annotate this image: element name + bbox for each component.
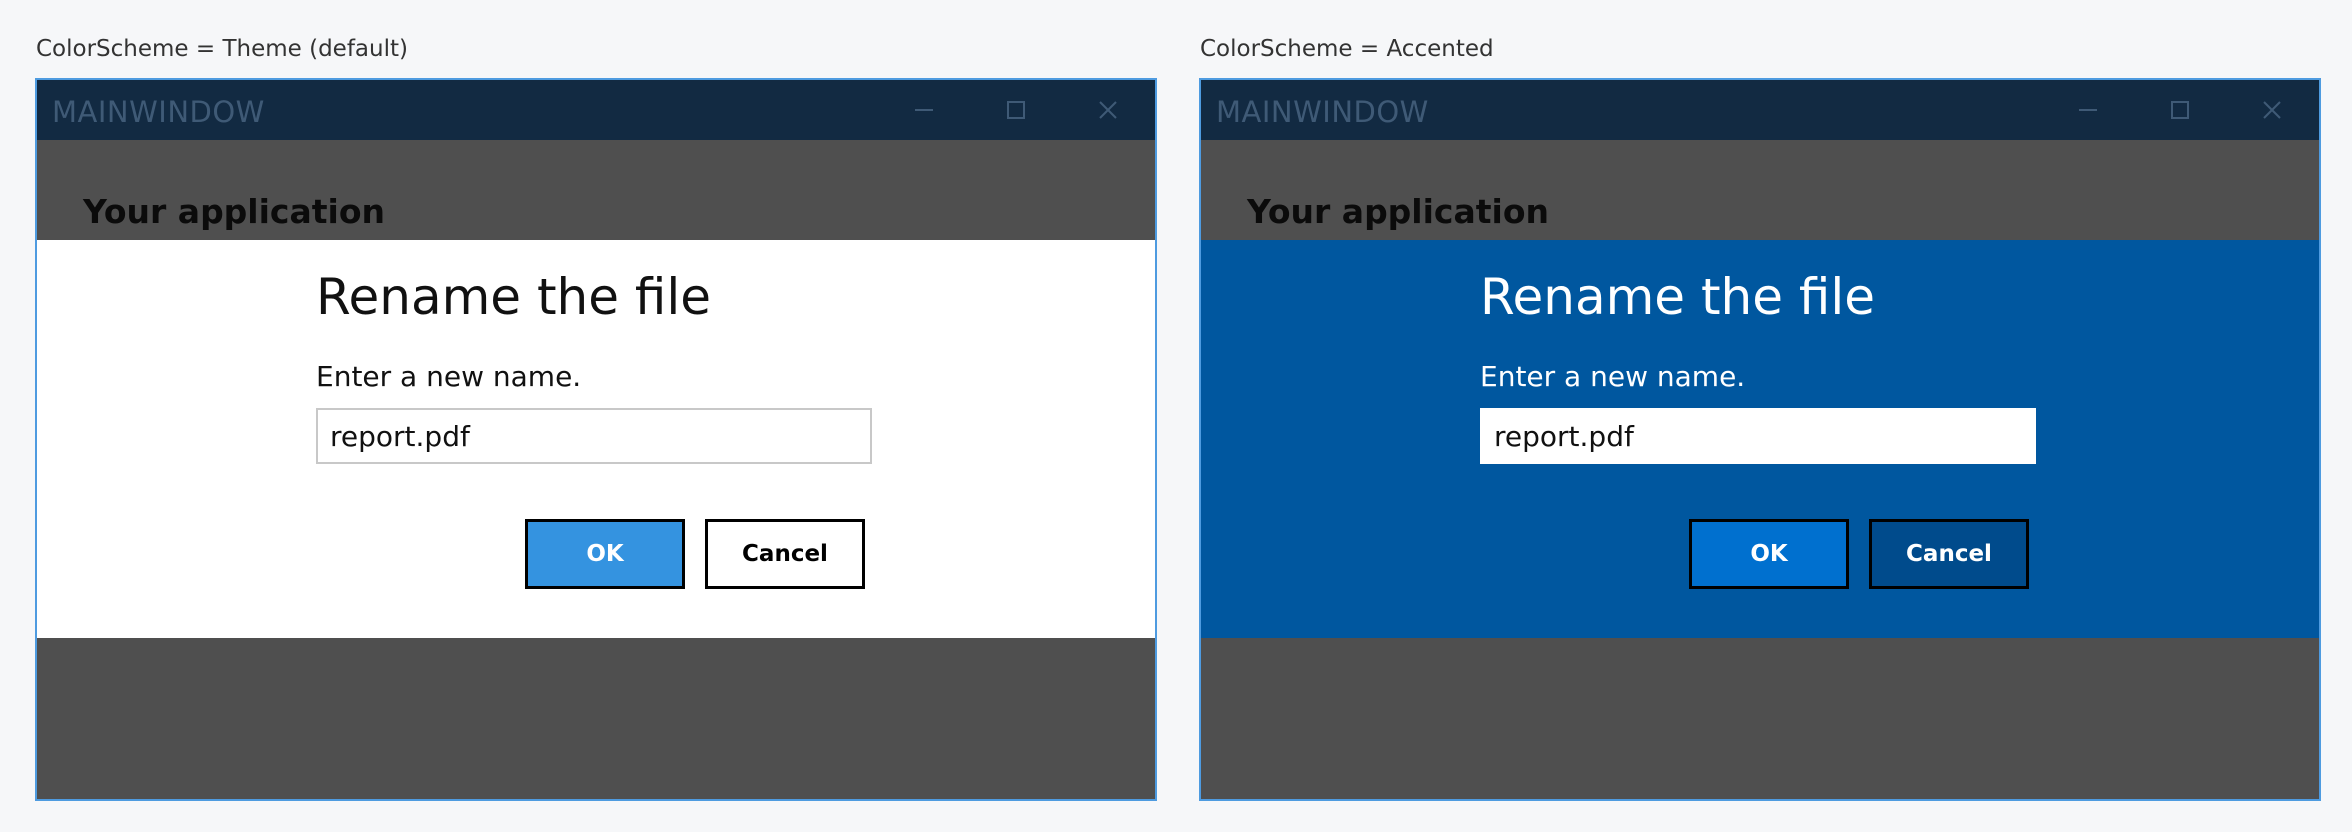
app-heading: Your application xyxy=(1247,192,1550,231)
close-button[interactable] xyxy=(1063,80,1153,140)
ok-button[interactable]: OK xyxy=(1689,519,1849,589)
panel-caption: ColorScheme = Accented xyxy=(1200,36,1494,62)
cancel-button[interactable]: Cancel xyxy=(1869,519,2029,589)
panel-accented: ColorScheme = Accented MAINWINDOW Your a… xyxy=(1199,0,2321,832)
dialog-overlay: Rename the file Enter a new name. OK Can… xyxy=(37,240,1155,638)
minimize-button[interactable] xyxy=(2043,80,2133,140)
cancel-button[interactable]: Cancel xyxy=(705,519,865,589)
maximize-icon xyxy=(2171,101,2189,119)
maximize-button[interactable] xyxy=(2135,80,2225,140)
title-bar[interactable]: MAINWINDOW xyxy=(1201,80,2319,140)
filename-input[interactable] xyxy=(1480,408,2036,464)
dialog-message: Enter a new name. xyxy=(1480,360,1746,393)
panel-caption: ColorScheme = Theme (default) xyxy=(36,36,408,62)
dialog-title: Rename the file xyxy=(1480,268,1876,326)
maximize-icon xyxy=(1007,101,1025,119)
minimize-icon xyxy=(915,109,933,111)
ok-button[interactable]: OK xyxy=(525,519,685,589)
filename-input[interactable] xyxy=(316,408,872,464)
dialog-title: Rename the file xyxy=(316,268,712,326)
close-button[interactable] xyxy=(2227,80,2317,140)
dialog-message: Enter a new name. xyxy=(316,360,582,393)
close-icon xyxy=(1099,101,1117,119)
main-window: MAINWINDOW Your application Rename the f… xyxy=(35,78,1157,801)
app-heading: Your application xyxy=(83,192,386,231)
close-icon xyxy=(2263,101,2281,119)
maximize-button[interactable] xyxy=(971,80,1061,140)
window-title: MAINWINDOW xyxy=(1216,95,1429,129)
title-bar[interactable]: MAINWINDOW xyxy=(37,80,1155,140)
minimize-icon xyxy=(2079,109,2097,111)
main-window: MAINWINDOW Your application Rename the f… xyxy=(1199,78,2321,801)
minimize-button[interactable] xyxy=(879,80,969,140)
panel-theme-default: ColorScheme = Theme (default) MAINWINDOW… xyxy=(35,0,1157,832)
window-title: MAINWINDOW xyxy=(52,95,265,129)
dialog-overlay: Rename the file Enter a new name. OK Can… xyxy=(1201,240,2319,638)
